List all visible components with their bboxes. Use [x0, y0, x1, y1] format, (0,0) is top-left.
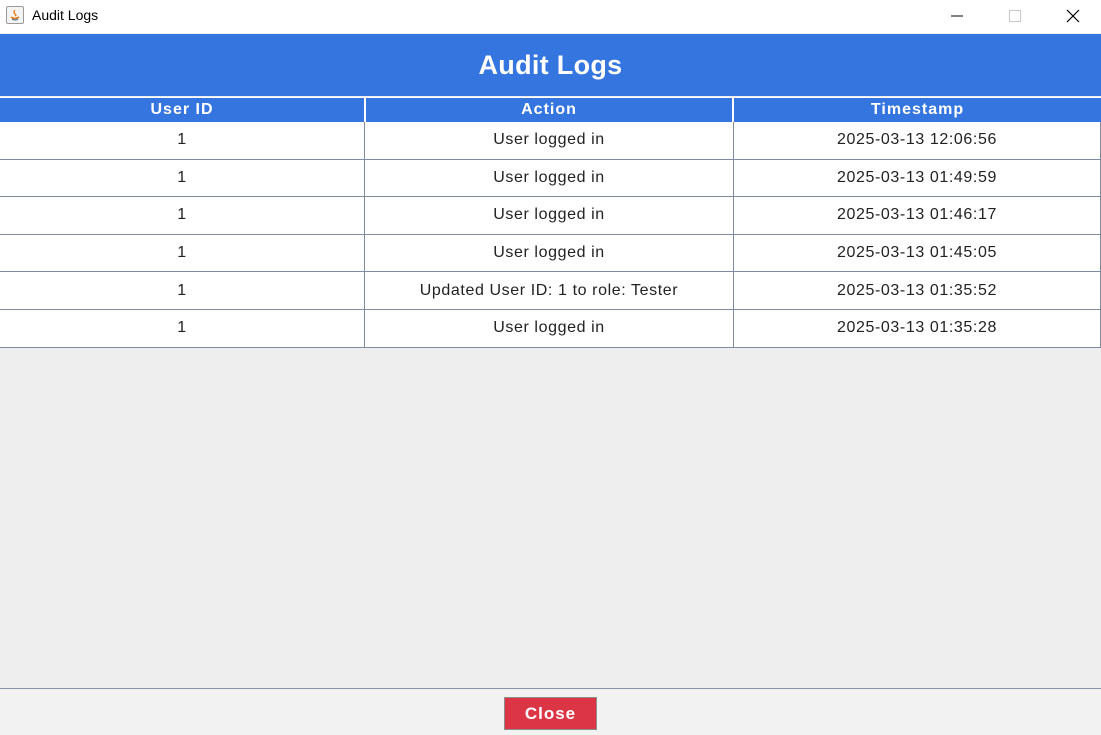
cell-user-id[interactable]: 1 — [0, 122, 365, 160]
table-row[interactable]: 1 Updated User ID: 1 to role: Tester 202… — [0, 272, 1101, 310]
page-title: Audit Logs — [478, 49, 623, 80]
table-row[interactable]: 1 User logged in 2025-03-13 01:49:59 — [0, 159, 1101, 198]
cell-timestamp[interactable]: 2025-03-13 01:45:05 — [734, 234, 1101, 273]
window-title: Audit Logs — [32, 7, 99, 23]
cell-action[interactable]: Updated User ID: 1 to role: Tester — [365, 272, 734, 310]
maximize-button[interactable] — [986, 0, 1044, 31]
column-header-user-id[interactable]: User ID — [0, 97, 366, 122]
table-header: User ID Action Timestamp — [0, 97, 1101, 122]
cell-timestamp[interactable]: 2025-03-13 12:06:56 — [734, 122, 1101, 160]
audit-logs-window: Audit Logs Audit Logs User ID Action Tim… — [0, 0, 1101, 735]
minimize-icon — [951, 15, 963, 16]
cell-timestamp[interactable]: 2025-03-13 01:35:28 — [734, 309, 1101, 348]
close-button[interactable]: Close — [504, 697, 597, 730]
table-row[interactable]: 1 User logged in 2025-03-13 01:35:28 — [0, 309, 1101, 348]
cell-action[interactable]: User logged in — [365, 309, 734, 348]
cell-action[interactable]: User logged in — [365, 234, 734, 273]
header-banner: Audit Logs — [0, 34, 1101, 96]
title-bar: Audit Logs — [0, 0, 1101, 33]
cell-action[interactable]: User logged in — [365, 159, 734, 198]
cell-timestamp[interactable]: 2025-03-13 01:46:17 — [734, 197, 1101, 235]
maximize-icon — [1009, 9, 1021, 22]
close-icon — [1066, 9, 1080, 22]
cell-user-id[interactable]: 1 — [0, 234, 365, 273]
cell-user-id[interactable]: 1 — [0, 197, 365, 235]
cell-user-id[interactable]: 1 — [0, 272, 365, 310]
cell-timestamp[interactable]: 2025-03-13 01:49:59 — [734, 159, 1101, 198]
cell-timestamp[interactable]: 2025-03-13 01:35:52 — [734, 272, 1101, 310]
cell-user-id[interactable]: 1 — [0, 159, 365, 198]
cell-action[interactable]: User logged in — [365, 197, 734, 235]
column-header-action[interactable]: Action — [366, 97, 734, 122]
column-header-timestamp[interactable]: Timestamp — [734, 97, 1101, 122]
cell-action[interactable]: User logged in — [365, 122, 734, 160]
java-app-icon — [6, 6, 24, 24]
footer-panel: Close — [0, 689, 1101, 735]
audit-log-table: User ID Action Timestamp 1 User logged i… — [0, 97, 1101, 348]
cell-user-id[interactable]: 1 — [0, 309, 365, 348]
table-row[interactable]: 1 User logged in 2025-03-13 12:06:56 — [0, 122, 1101, 160]
table-row[interactable]: 1 User logged in 2025-03-13 01:46:17 — [0, 197, 1101, 235]
minimize-button[interactable] — [928, 0, 986, 31]
table-row[interactable]: 1 User logged in 2025-03-13 01:45:05 — [0, 234, 1101, 273]
window-close-button[interactable] — [1044, 0, 1101, 31]
